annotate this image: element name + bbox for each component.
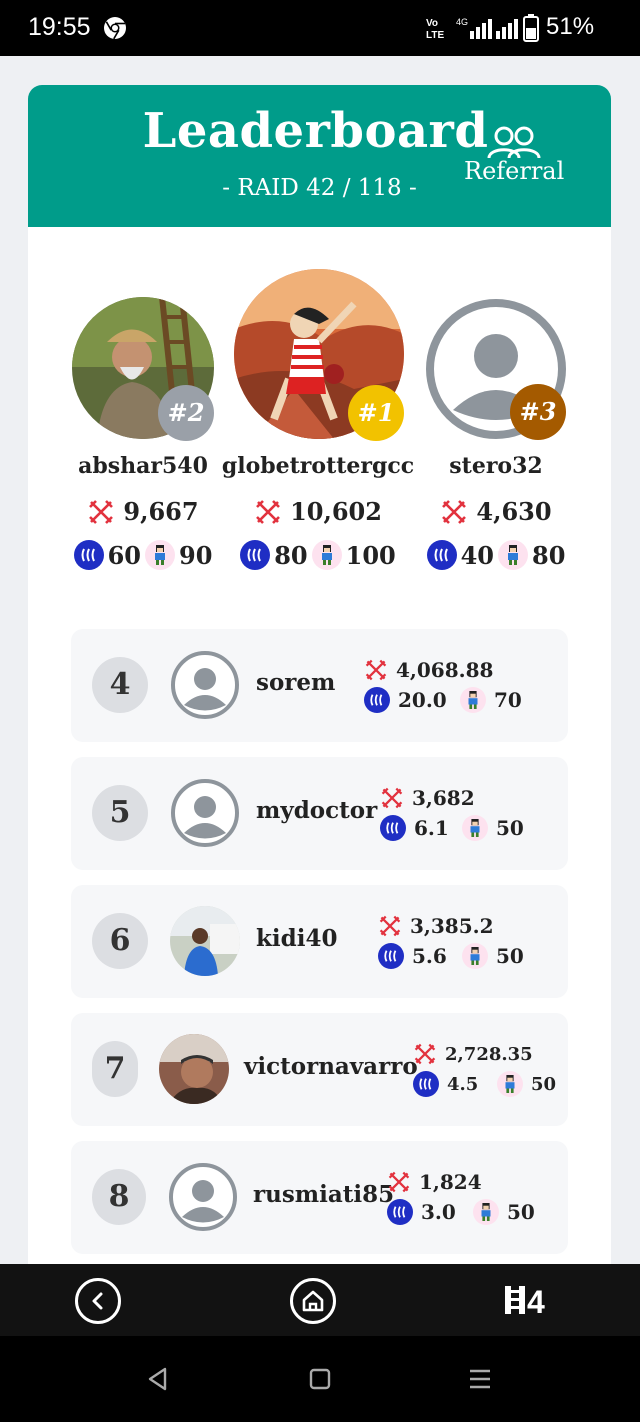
default-avatar-icon <box>170 778 240 848</box>
sprite-icon <box>462 815 488 841</box>
row-stats: 4,068.88 20.0 70 <box>364 655 522 715</box>
row-username: kidi40 <box>256 925 338 952</box>
status-time: 19:55 <box>28 13 91 41</box>
svg-text:4G: 4G <box>456 17 468 27</box>
swords-icon <box>414 1043 436 1065</box>
referral-link[interactable]: Referral <box>464 157 564 185</box>
sprite-icon <box>460 687 486 713</box>
leaderboard-row[interactable]: 6 kidi40 3,385.2 5.6 50 <box>71 885 568 998</box>
swords-icon <box>365 659 387 681</box>
chrome-icon <box>104 17 126 40</box>
signal-icon: Vo LTE 4G <box>426 17 518 41</box>
leaderboard-row[interactable]: 7 victornavarro 2,728.35 4.5 50 <box>71 1013 568 1126</box>
steem-coin-icon <box>378 943 404 969</box>
rank-badge: #3 <box>510 384 566 440</box>
row-stats: 3,385.2 5.6 50 <box>378 911 524 971</box>
svg-text:Vo: Vo <box>426 18 438 29</box>
row-username: sorem <box>256 669 336 696</box>
podium-username: stero32 <box>449 453 543 479</box>
leaderboard-row[interactable]: 8 rusmiati85 1,824 3.0 50 <box>71 1141 568 1254</box>
rank-number: 7 <box>92 1041 138 1097</box>
app-logo[interactable]: 4 <box>505 1282 565 1318</box>
steem-coin-icon <box>426 540 457 570</box>
row-stats: 3,682 6.1 50 <box>380 783 524 843</box>
back-button[interactable] <box>75 1278 121 1324</box>
swords-icon <box>89 499 114 524</box>
swords-icon <box>381 787 403 809</box>
chevron-left-icon <box>92 1292 103 1310</box>
steem-coin-icon <box>364 687 390 713</box>
leaderboard-card: Leaderboard - RAID 42 / 118 - Referral #… <box>28 85 611 1264</box>
steem-coin-icon <box>413 1071 439 1097</box>
sprite-icon <box>498 540 528 570</box>
people-icon[interactable] <box>486 125 542 159</box>
podium-rewards: 40 80 <box>386 540 606 570</box>
row-stats: 2,728.35 4.5 50 <box>413 1039 556 1099</box>
back-triangle-icon[interactable] <box>145 1366 171 1392</box>
sprite-icon <box>473 1199 499 1225</box>
home-icon <box>302 1290 324 1312</box>
svg-text:4: 4 <box>527 1284 545 1318</box>
sprite-icon <box>497 1071 523 1097</box>
rank-number: 4 <box>92 657 148 713</box>
status-bar: 19:55 Vo LTE 4G 51% <box>0 0 640 56</box>
steem-coin-icon <box>73 540 104 570</box>
row-username: mydoctor <box>256 797 378 824</box>
avatar <box>170 906 240 976</box>
avatar <box>159 1034 229 1104</box>
row-username: rusmiati85 <box>253 1181 395 1208</box>
swords-icon <box>256 499 280 524</box>
leaderboard-header: Leaderboard - RAID 42 / 118 - Referral <box>28 85 611 227</box>
podium-power: 4,630 <box>386 497 606 526</box>
sprite-icon <box>462 943 488 969</box>
app-content: Leaderboard - RAID 42 / 118 - Referral #… <box>0 56 640 1264</box>
rank-number: 8 <box>92 1169 146 1225</box>
rank-number: 5 <box>92 785 148 841</box>
row-username: victornavarro <box>244 1053 418 1080</box>
swords-icon <box>442 499 467 524</box>
steem-coin-icon <box>387 1199 413 1225</box>
swords-icon <box>379 915 401 937</box>
default-avatar-icon <box>170 650 240 720</box>
row-stats: 1,824 3.0 50 <box>387 1167 535 1227</box>
battery-icon <box>523 14 539 42</box>
leaderboard-row[interactable]: 5 mydoctor 3,682 6.1 50 <box>71 757 568 870</box>
steem-coin-icon <box>240 540 271 570</box>
sprite-icon <box>145 540 175 570</box>
default-avatar-icon <box>168 1162 238 1232</box>
rank-badge: #2 <box>158 385 214 441</box>
sprite-icon <box>311 540 342 570</box>
leaderboard-row[interactable]: 4 sorem 4,068.88 20.0 70 <box>71 629 568 742</box>
bottom-nav: 4 <box>0 1264 640 1336</box>
svg-text:LTE: LTE <box>426 30 444 41</box>
battery-percent: 51% <box>546 13 595 40</box>
menu-lines-icon[interactable] <box>467 1366 493 1392</box>
steem-coin-icon <box>380 815 406 841</box>
recents-square-icon[interactable] <box>307 1366 333 1392</box>
rank-number: 6 <box>92 913 148 969</box>
rank-badge: #1 <box>348 385 404 441</box>
home-button[interactable] <box>290 1278 336 1324</box>
system-nav-bar <box>0 1336 640 1422</box>
swords-icon <box>388 1171 410 1193</box>
